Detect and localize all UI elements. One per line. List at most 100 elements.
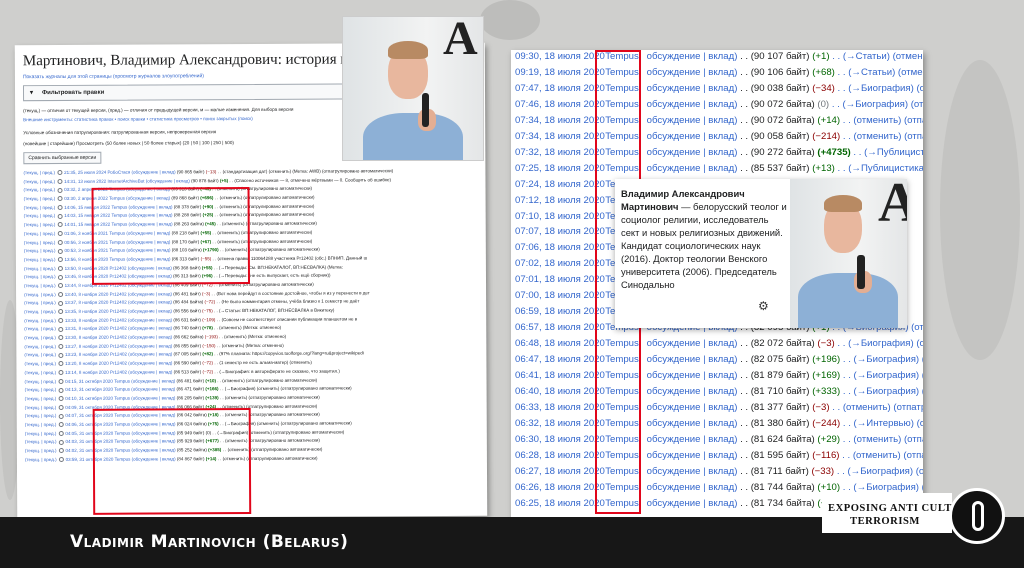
pagination-line[interactable]: (новейшие | старейшие) Просмотреть (50 б… <box>23 140 234 146</box>
revision-user-link[interactable]: Pr12402 (обсуждение | вклад) <box>110 334 172 339</box>
revision-date-link[interactable]: 13:30, 8 ноября 2020 <box>65 335 109 340</box>
diff-links[interactable]: (текущ. | пред.) <box>24 231 56 236</box>
revision-radio[interactable] <box>57 222 63 228</box>
revision-user-link[interactable]: Pr12402 (обсуждение | вклад) <box>110 343 172 348</box>
diff-links[interactable]: (текущ. | пред.) <box>25 457 57 462</box>
revision-radio[interactable] <box>57 178 63 185</box>
revision-date-link[interactable]: 09:30, 18 июля 2020 <box>515 50 605 65</box>
diff-links[interactable]: (текущ. | пред.) <box>23 170 55 175</box>
revision-radio[interactable] <box>58 396 64 402</box>
revision-radio[interactable] <box>57 291 63 297</box>
revision-date-link[interactable]: 07:00, 18 июля 2020 <box>515 288 605 304</box>
diff-links[interactable]: (текущ. | пред.) <box>25 387 57 392</box>
diff-links[interactable]: (текущ. | пред.) <box>24 352 56 357</box>
revision-date-link[interactable]: 06:32, 18 июля 2020 <box>515 416 605 432</box>
user-talk-links[interactable]: обсуждение | вклад) <box>647 83 738 94</box>
diff-links[interactable]: (текущ. | пред.) <box>24 196 56 201</box>
revision-date-link[interactable]: 13:37, 8 ноября 2020 <box>65 300 109 305</box>
revision-date-link[interactable]: 06:30, 18 июля 2020 <box>515 432 605 448</box>
user-talk-links[interactable]: обсуждение | вклад) <box>647 67 738 78</box>
user-talk-links[interactable]: обсуждение | вклад) <box>647 386 738 397</box>
logs-link[interactable]: Показать журналы для этой страницы (прос… <box>23 73 204 80</box>
revision-date-link[interactable]: 07:46, 18 июля 2020 <box>515 97 605 113</box>
user-talk-links[interactable]: обсуждение | вклад) <box>647 147 738 158</box>
diff-links[interactable]: (текущ. | пред.) <box>24 205 56 210</box>
revision-radio[interactable] <box>58 422 64 428</box>
revision-user-link[interactable]: Pr12402 (обсуждение | вклад) <box>110 317 172 322</box>
revision-date-link[interactable]: 07:47, 18 июля 2020 <box>515 81 605 97</box>
revision-user-link[interactable]: Pr12402 (обсуждение | вклад) <box>110 352 172 357</box>
revision-date-link[interactable]: 06:28, 18 июля 2020 <box>515 448 605 464</box>
revision-radio[interactable] <box>58 352 64 358</box>
revision-date-link[interactable]: 07:02, 18 июля 2020 <box>515 256 605 272</box>
revision-date-link[interactable]: 06:59, 18 июля 2020 <box>515 304 605 320</box>
diff-links[interactable]: (текущ. | пред.) <box>25 448 57 453</box>
revision-radio[interactable] <box>58 439 64 445</box>
revision-date-link[interactable]: 13:31, 8 ноября 2020 <box>65 326 109 331</box>
diff-links[interactable]: (текущ. | пред.) <box>25 422 57 427</box>
user-talk-links[interactable]: обсуждение | вклад) <box>647 131 738 142</box>
user-talk-links[interactable]: обсуждение | вклад) <box>647 450 738 461</box>
revision-date-link[interactable]: 06:48, 18 июля 2020 <box>515 336 605 352</box>
revision-radio[interactable] <box>57 231 63 237</box>
diff-links[interactable]: (текущ. | пред.) <box>24 283 56 288</box>
revision-date-link[interactable]: 06:33, 18 июля 2020 <box>515 400 605 416</box>
diff-links[interactable]: (текущ. | пред.) <box>25 431 57 436</box>
revision-radio[interactable] <box>58 430 64 436</box>
revision-date-link[interactable]: 07:12, 18 июля 2020 <box>515 193 605 209</box>
user-talk-links[interactable]: обсуждение | вклад) <box>647 338 738 349</box>
revision-user-link[interactable]: Tempus (обсуждение | вклад) <box>114 378 175 383</box>
diff-links[interactable]: (текущ. | пред.) <box>24 248 56 253</box>
revision-date-link[interactable]: 07:06, 18 июля 2020 <box>515 240 605 256</box>
revision-radio[interactable] <box>57 274 63 280</box>
revision-radio[interactable] <box>58 456 64 463</box>
diff-links[interactable]: (текущ. | пред.) <box>24 266 56 271</box>
revision-date-link[interactable]: 06:40, 18 июля 2020 <box>515 384 605 400</box>
compare-revisions-button[interactable]: Сравнить выбранные версии <box>23 151 102 165</box>
revision-date-link[interactable]: 07:07, 18 июля 2020 <box>515 224 605 240</box>
revision-date-link[interactable]: 13:20, 8 ноября 2020 <box>65 361 109 366</box>
revision-date-link[interactable]: 06:57, 18 июля 2020 <box>515 320 605 336</box>
revision-radio[interactable] <box>58 413 64 419</box>
revision-radio[interactable] <box>58 370 64 376</box>
diff-links[interactable]: (текущ. | пред.) <box>25 405 57 410</box>
diff-links[interactable]: (текущ. | пред.) <box>23 179 55 184</box>
diff-links[interactable]: (текущ. | пред.) <box>25 379 57 384</box>
revision-radio[interactable] <box>57 265 63 271</box>
user-talk-links[interactable]: обсуждение | вклад) <box>647 354 738 365</box>
revision-radio[interactable] <box>57 309 63 315</box>
revision-date-link[interactable]: 06:47, 18 июля 2020 <box>515 352 605 368</box>
revision-radio[interactable] <box>57 205 63 211</box>
user-talk-links[interactable]: обсуждение | вклад) <box>647 498 738 509</box>
user-talk-links[interactable]: обсуждение | вклад) <box>647 434 738 445</box>
gear-icon[interactable]: ⚙ <box>758 299 769 313</box>
revision-radio[interactable] <box>57 300 63 306</box>
user-talk-links[interactable]: обсуждение | вклад) <box>647 115 738 126</box>
diff-links[interactable]: (текущ. | пред.) <box>24 213 56 218</box>
user-talk-links[interactable]: обсуждение | вклад) <box>647 418 738 429</box>
revision-date-link[interactable]: 09:19, 18 июля 2020 <box>515 65 605 81</box>
revision-user-link[interactable]: Pr12402 (обсуждение | вклад) <box>110 291 172 296</box>
revision-date-link[interactable]: 13:33, 8 ноября 2020 <box>65 317 109 322</box>
revision-radio[interactable] <box>57 344 63 350</box>
revision-date-link[interactable]: 04:13, 31 октября 2020 <box>65 387 113 392</box>
revision-date-link[interactable]: 13:40, 8 ноября 2020 <box>65 291 109 296</box>
diff-links[interactable]: (текущ. | пред.) <box>24 300 56 305</box>
revision-radio[interactable] <box>58 378 64 384</box>
revision-radio[interactable] <box>58 361 64 367</box>
diff-links[interactable]: (текущ. | пред.) <box>25 413 57 418</box>
external-tools-line[interactable]: Внешние инструменты: статистика правок •… <box>23 116 253 122</box>
revision-radio[interactable] <box>57 283 63 289</box>
revision-date-link[interactable]: 13:35, 8 ноября 2020 <box>65 309 109 314</box>
user-talk-links[interactable]: обсуждение | вклад) <box>647 163 738 174</box>
user-talk-links[interactable]: обсуждение | вклад) <box>647 482 738 493</box>
user-talk-links[interactable]: обсуждение | вклад) <box>647 466 738 477</box>
diff-links[interactable]: (текущ. | пред.) <box>24 370 56 375</box>
revision-radio[interactable] <box>57 326 63 332</box>
revision-radio[interactable] <box>57 196 63 202</box>
revision-user-link[interactable]: Pr12402 (обсуждение | вклад) <box>110 326 172 331</box>
revision-radio[interactable] <box>57 170 63 176</box>
revision-date-link[interactable]: 13:14, 8 ноября 2020 <box>65 370 109 375</box>
user-talk-links[interactable]: обсуждение | вклад) <box>647 370 738 381</box>
revision-date-link[interactable]: 04:15, 31 октября 2020 <box>65 378 113 383</box>
